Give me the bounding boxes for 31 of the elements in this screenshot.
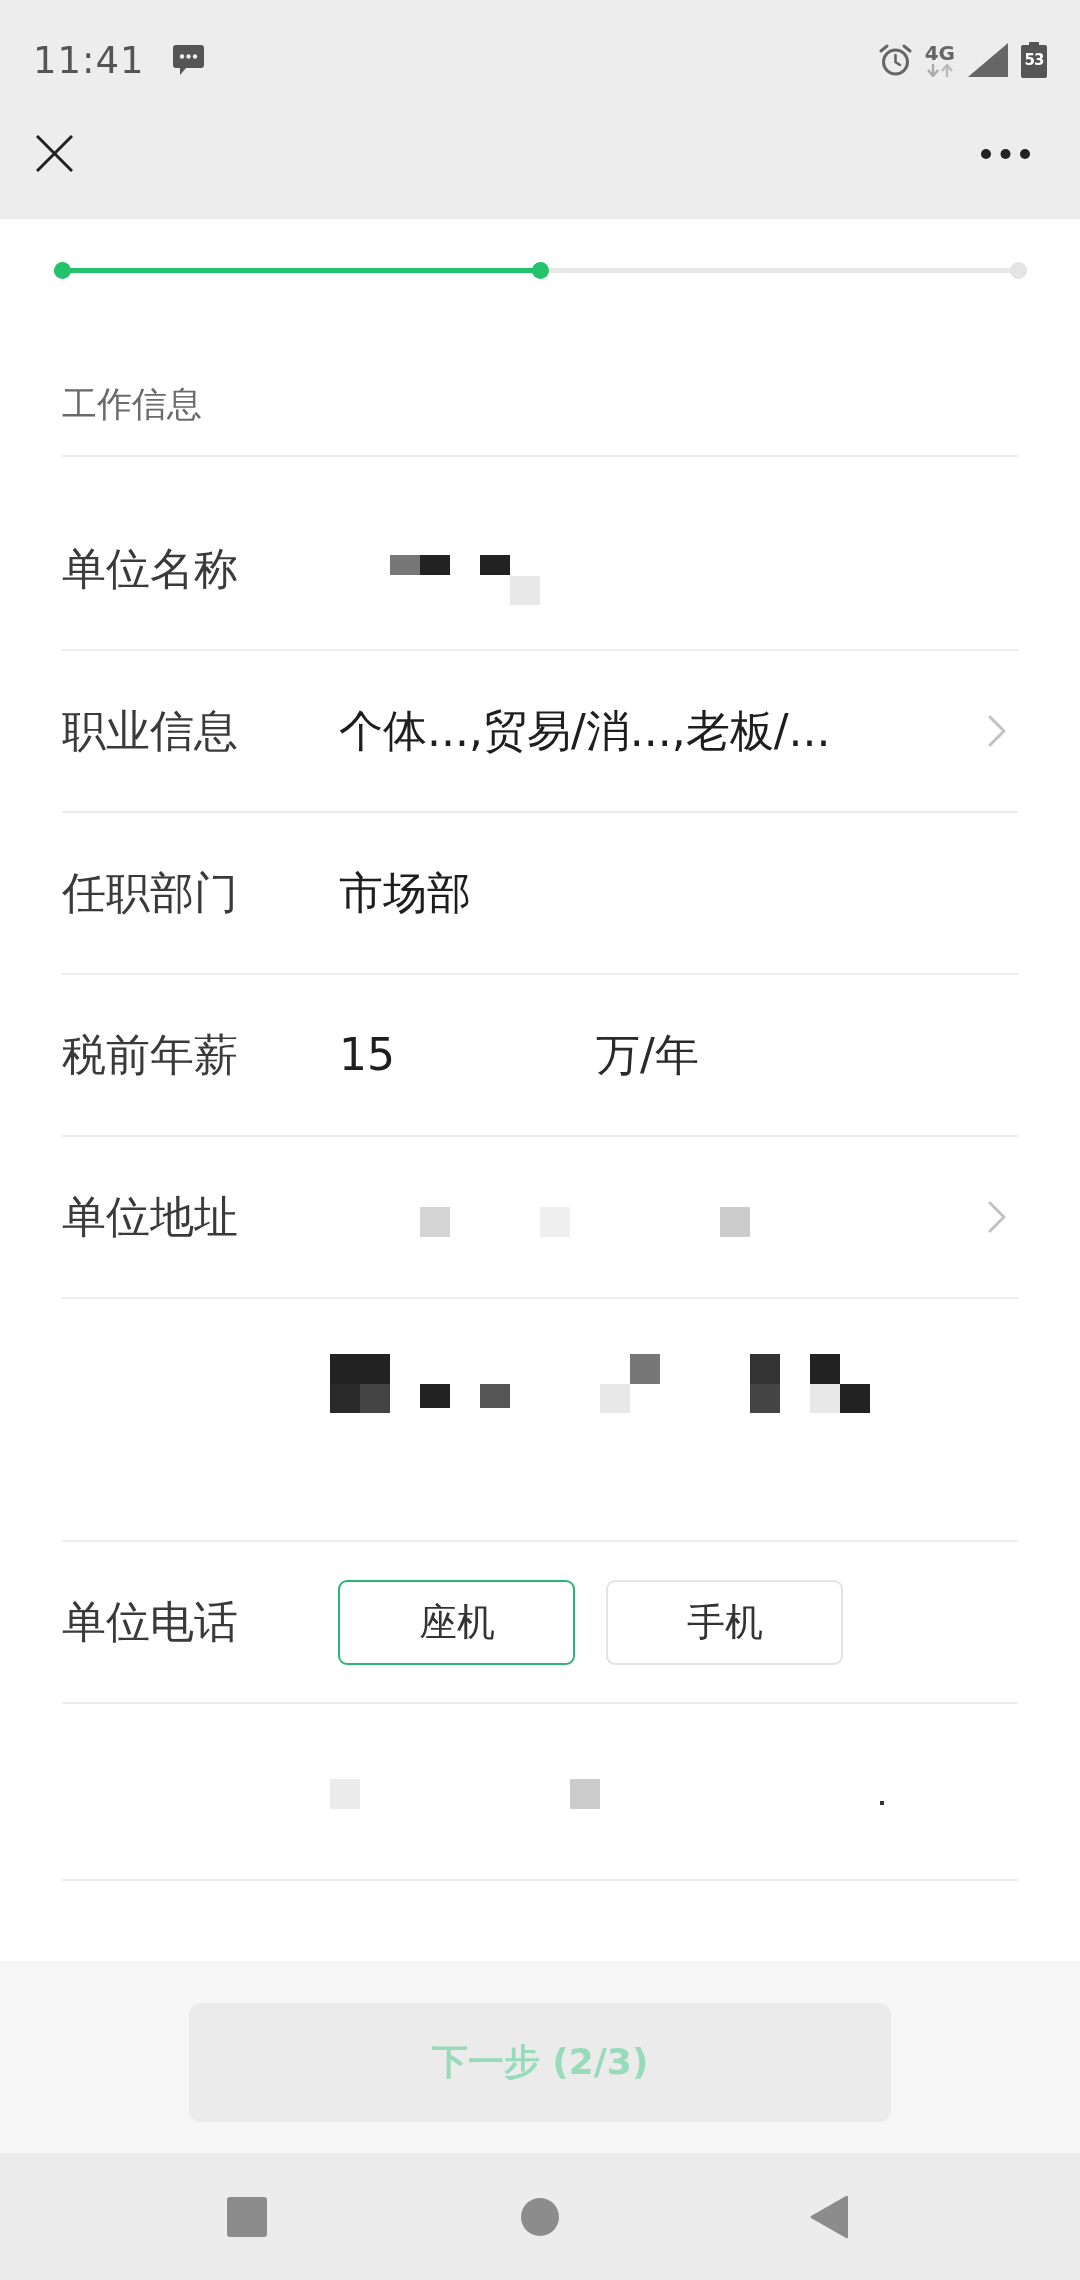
- close-icon[interactable]: [36, 135, 73, 172]
- step-dot-icon: [531, 262, 549, 279]
- field-label: 任职部门: [62, 866, 239, 920]
- step-dot-icon: [1009, 262, 1027, 279]
- option-button[interactable]: 手机: [606, 1579, 843, 1665]
- signal-icon: [968, 43, 1008, 77]
- field-label: 单位地址: [62, 1190, 239, 1244]
- input-field[interactable]: 15: [339, 1028, 395, 1082]
- battery-icon: [1021, 42, 1047, 78]
- chevron-right-icon: [988, 715, 1006, 747]
- battery-level: 53: [1023, 53, 1045, 68]
- field-label: 单位电话: [62, 1595, 239, 1649]
- message-icon: [172, 45, 204, 75]
- input-field[interactable]: 市场部: [339, 866, 471, 920]
- more-icon[interactable]: [981, 148, 1030, 159]
- alarm-clock-icon: [878, 43, 912, 77]
- section-title: 工作信息: [62, 383, 202, 426]
- unit-label: 万/年: [596, 1028, 699, 1082]
- status-time: 11:41: [33, 41, 145, 79]
- field-label: 单位名称: [62, 542, 239, 596]
- home-icon[interactable]: [521, 2197, 559, 2236]
- picker-value[interactable]: 个体...,贸易/消...,老板/...: [339, 704, 831, 758]
- field-label: 职业信息: [62, 704, 239, 758]
- network-type: 4G: [924, 43, 955, 63]
- step-dot-icon: [53, 262, 71, 279]
- back-icon[interactable]: [810, 2194, 848, 2239]
- recents-icon[interactable]: [227, 2196, 267, 2237]
- chevron-right-icon: [988, 1201, 1006, 1233]
- field-label: 税前年薪: [62, 1028, 239, 1082]
- data-arrows-icon: [924, 64, 955, 77]
- option-button[interactable]: 座机: [338, 1579, 575, 1665]
